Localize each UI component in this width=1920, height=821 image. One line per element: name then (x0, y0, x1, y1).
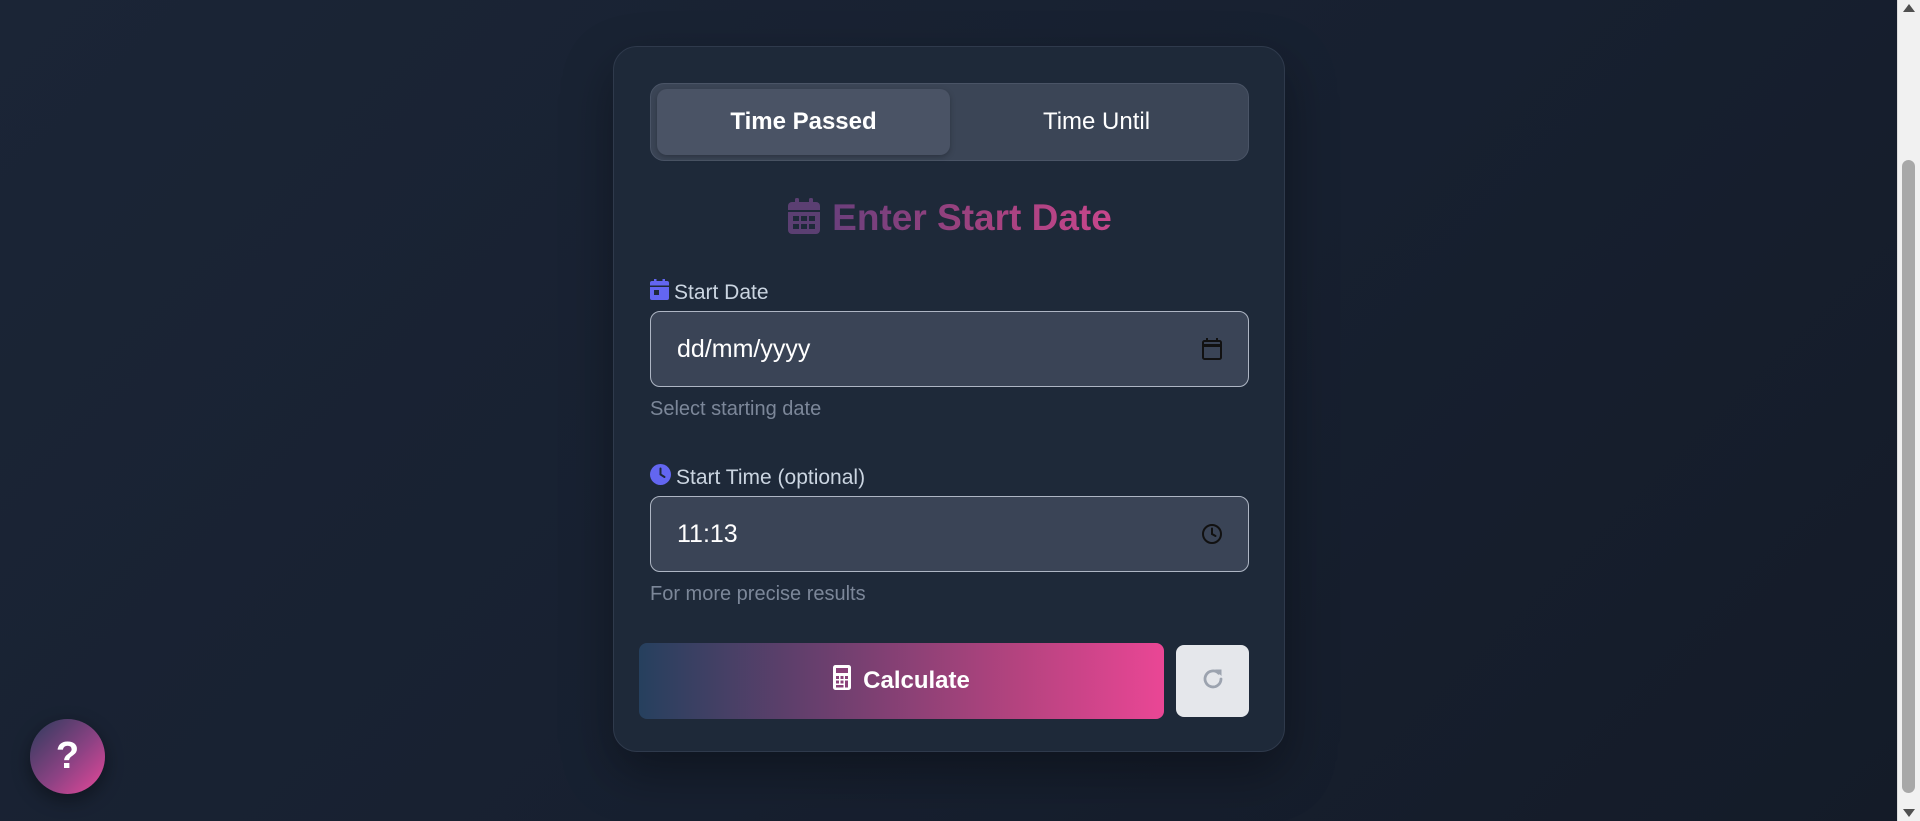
calculator-card: Time Passed Time Until Enter Start Date (613, 46, 1285, 752)
start-date-label: Start Date (650, 279, 769, 306)
tab-time-until[interactable]: Time Until (950, 89, 1243, 155)
scroll-down-icon[interactable] (1903, 809, 1915, 817)
section-heading: Enter Start Date (614, 193, 1286, 243)
scroll-thumb[interactable] (1902, 160, 1915, 793)
calculate-button[interactable]: Calculate (639, 643, 1164, 719)
tab-time-passed-label: Time Passed (730, 108, 877, 135)
help-button[interactable]: ? (30, 719, 105, 794)
tab-time-until-label: Time Until (1042, 108, 1151, 135)
scroll-up-icon[interactable] (1903, 4, 1915, 12)
reset-button[interactable] (1176, 645, 1249, 717)
page-scrollbar[interactable] (1897, 0, 1920, 821)
calendar-event-icon (650, 279, 669, 306)
start-time-input[interactable]: 11:13 (650, 496, 1249, 572)
start-time-value: 11:13 (677, 519, 738, 548)
start-date-hint: Select starting date (650, 398, 822, 420)
start-date-value: dd/mm/yyyy (677, 334, 811, 363)
calendar-icon (788, 197, 821, 239)
help-button-label: ? (55, 735, 80, 777)
tab-time-passed[interactable]: Time Passed (657, 89, 950, 155)
mode-tabs: Time Passed Time Until (650, 83, 1249, 161)
start-time-label: Start Time (optional) (650, 464, 865, 491)
start-time-label-text: Start Time (optional) (676, 465, 866, 489)
start-time-hint: For more precise results (650, 583, 866, 605)
calculator-icon (833, 665, 852, 697)
refresh-icon (1200, 666, 1226, 697)
start-date-label-text: Start Date (674, 280, 769, 304)
clock-picker-icon[interactable] (1200, 522, 1224, 546)
clock-icon (650, 464, 671, 491)
calculate-button-label: Calculate (863, 667, 970, 694)
start-date-input[interactable]: dd/mm/yyyy (650, 311, 1249, 387)
heading-title: Enter Start Date (832, 197, 1112, 238)
calendar-picker-icon[interactable] (1200, 337, 1224, 361)
